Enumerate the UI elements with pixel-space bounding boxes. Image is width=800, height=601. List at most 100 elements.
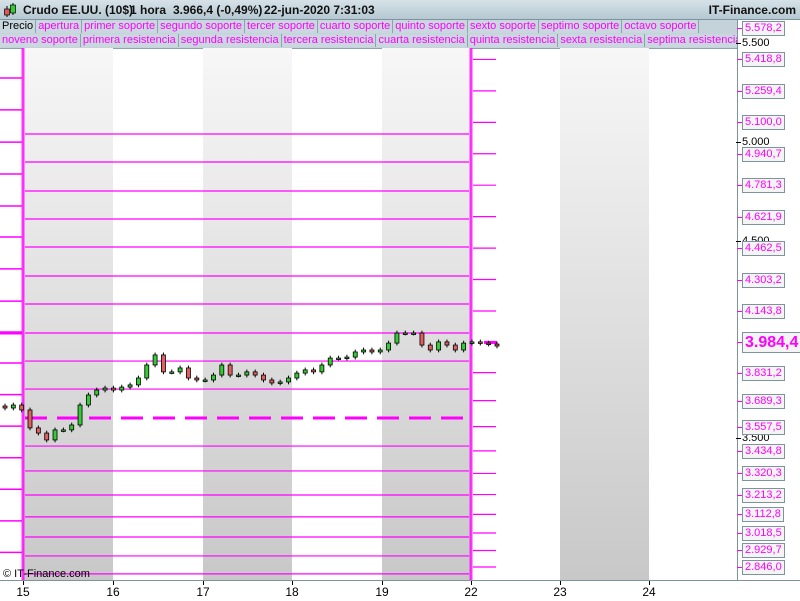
candle-body [336, 357, 341, 360]
legend-item[interactable]: septimo soporte [539, 20, 623, 33]
instrument-name: Crudo EE.UU. (10$) [23, 3, 134, 17]
legend-item[interactable]: sexto soporte [467, 20, 540, 33]
candle-body [2, 405, 8, 409]
candle-body [169, 371, 175, 374]
candle-body [344, 356, 350, 359]
price-tick-label: 5.500 [736, 37, 770, 50]
candle-body [486, 342, 492, 345]
level-price-label: 3.434,8 [737, 443, 785, 459]
copyright: © IT-Finance.com [3, 568, 90, 580]
price-chart[interactable] [0, 48, 737, 580]
title-bar: Crudo EE.UU. (10$) 1 hora 3.966,4 (-0,49… [0, 0, 800, 20]
candle-body [102, 387, 108, 391]
datetime: 22-jun-2020 7:31:03 [264, 3, 375, 17]
legend-item[interactable]: primera resistencia [80, 34, 179, 47]
candle-body [444, 341, 450, 346]
day-label: 23 [553, 585, 567, 599]
candle-body [85, 394, 91, 406]
last-price-change: 3.966,4 (-0,49%) [173, 3, 263, 17]
candle-body [27, 409, 33, 429]
candle-body [352, 351, 358, 358]
level-price-label: 5.418,8 [737, 52, 785, 68]
level-price-label: 4.303,2 [737, 272, 785, 288]
candle-body [369, 349, 375, 353]
candle-body [394, 332, 400, 344]
level-price-label: 5.578,2 [737, 21, 785, 36]
day-band [203, 48, 292, 580]
candle-body [111, 387, 116, 391]
legend-item[interactable]: tercera resistencia [281, 34, 377, 47]
day-band [382, 48, 471, 580]
legend-item[interactable]: cuarta resistencia [376, 34, 468, 47]
day-band [23, 48, 113, 580]
candle-body [494, 343, 500, 347]
candlestick-logo-icon [4, 3, 16, 17]
level-price-label: 3.320,3 [737, 466, 785, 482]
candle-body [202, 379, 208, 382]
site-name: IT-Finance.com [708, 3, 796, 17]
candle-body [144, 364, 150, 379]
timeframe[interactable]: 1 hora [130, 0, 166, 20]
candle-body [436, 341, 442, 351]
level-price-label: 4.781,3 [737, 178, 785, 194]
legend-item[interactable]: primer soporte [82, 20, 159, 33]
day-label: 18 [285, 585, 299, 599]
level-price-label: 5.100,0 [737, 115, 785, 131]
legend-item[interactable]: quinto soporte [393, 20, 468, 33]
candle-body [186, 367, 191, 379]
candle-body [269, 379, 275, 384]
candle-body [477, 341, 483, 344]
candle-body [302, 369, 308, 374]
level-price-label: 3.112,8 [737, 507, 784, 523]
candle-body [244, 371, 250, 376]
candle-body [277, 381, 283, 384]
candle-body [177, 367, 183, 373]
candle-body [361, 349, 366, 353]
candle-body [52, 429, 58, 441]
legend-row-1: Precio apertura primer soporte segundo sopo… [0, 20, 737, 34]
candle-body [236, 374, 241, 377]
day-label: 19 [375, 585, 389, 599]
candle-body [402, 332, 408, 335]
level-price-label: 5.259,4 [737, 83, 785, 99]
candle-body [452, 344, 458, 351]
legend-item[interactable]: noveno soporte [0, 34, 81, 47]
level-price-label: 3.831,2 [737, 365, 785, 381]
candle-body [386, 342, 391, 351]
current-price-label: 3.984,4 [736, 332, 800, 354]
candle-body [35, 427, 41, 434]
legend-item[interactable]: segundo soporte [158, 20, 246, 33]
price-axis[interactable]: 5.5005.0004.5003.5005.578,25.418,85.259,… [736, 20, 800, 580]
level-price-label: 4.143,8 [737, 303, 785, 319]
legend-item[interactable]: segunda resistencia [178, 34, 282, 47]
level-price-label: 2.846,0 [737, 560, 785, 575]
legend-item[interactable]: Precio [0, 20, 37, 33]
candle-body [469, 341, 475, 344]
candle-body [19, 404, 25, 411]
candle-body [127, 384, 133, 388]
level-price-label: 2.929,7 [737, 543, 785, 559]
candle-body [461, 342, 467, 351]
candle-body [261, 374, 266, 381]
candle-body [60, 429, 66, 432]
candle-body [161, 354, 166, 373]
legend-item[interactable]: septima resistencia [645, 34, 737, 47]
candle-body [119, 386, 125, 391]
candle-body [411, 332, 417, 335]
level-price-label: 4.621,9 [737, 209, 785, 225]
candle-body [219, 364, 225, 376]
day-band [560, 48, 649, 580]
day-label: 16 [106, 585, 120, 599]
legend-item[interactable]: sexta resistencia [558, 34, 646, 47]
candle-body [252, 371, 258, 376]
time-axis[interactable]: 15 16 17 18 19 22 23 24 [0, 580, 800, 601]
candle-body [311, 369, 316, 373]
candle-body [427, 344, 433, 351]
candle-body [377, 349, 383, 353]
legend-item[interactable]: quinta resistencia [467, 34, 559, 47]
legend-item[interactable]: cuarto soporte [317, 20, 394, 33]
candle-body [319, 364, 325, 373]
legend-item[interactable]: octavo soporte [622, 20, 700, 33]
legend-item[interactable]: apertura [36, 20, 83, 33]
legend-item[interactable]: tercer soporte [245, 20, 318, 33]
